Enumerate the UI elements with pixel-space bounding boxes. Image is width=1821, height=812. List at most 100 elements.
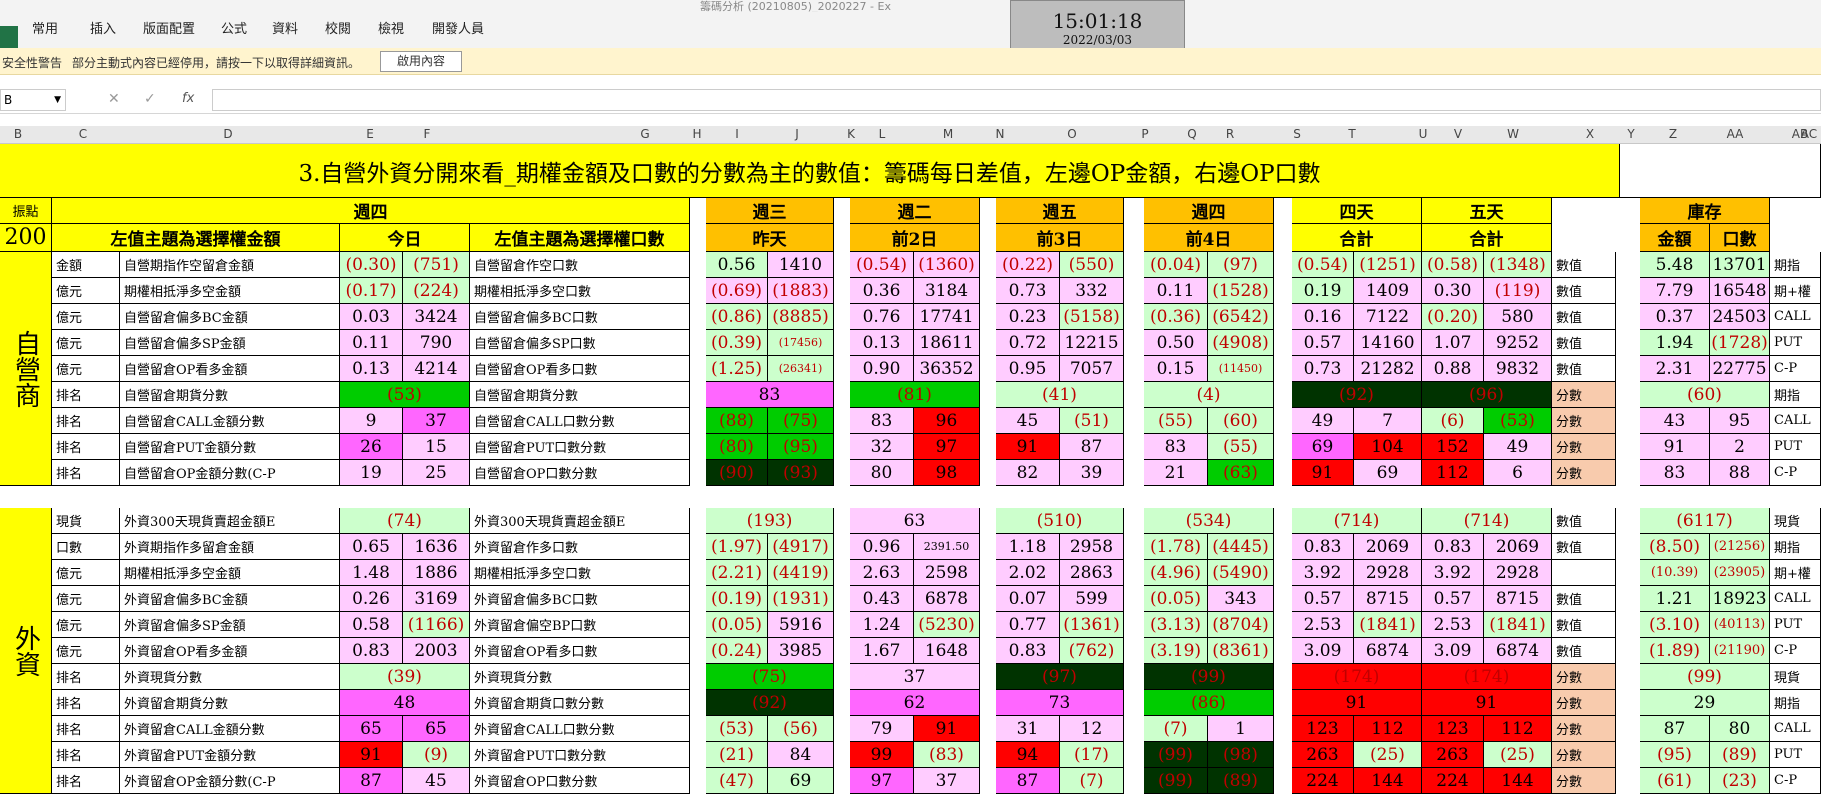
day-value[interactable]: (714): [1292, 508, 1422, 534]
column-header-n[interactable]: N: [996, 127, 1005, 141]
today-contracts[interactable]: 4214: [403, 356, 470, 382]
day-contracts[interactable]: 39: [1060, 460, 1124, 486]
row-right-label[interactable]: 自營留倉OP口數分數: [470, 460, 690, 486]
header-thu2[interactable]: 週四: [1144, 198, 1274, 224]
group-label-dealer[interactable]: 自營商: [0, 252, 52, 486]
day-contracts[interactable]: 84: [768, 742, 834, 768]
tab-review[interactable]: 校閱: [325, 18, 351, 37]
row-right-label[interactable]: 外資300天現貨賣超金額E: [470, 508, 690, 534]
column-header-m[interactable]: M: [943, 127, 953, 141]
row-type[interactable]: 分數: [1552, 434, 1616, 460]
row-unit[interactable]: 金額: [52, 252, 120, 278]
today-amount[interactable]: 0.11: [340, 330, 403, 356]
day-amount[interactable]: 94: [996, 742, 1060, 768]
row-unit[interactable]: 億元: [52, 278, 120, 304]
row-type[interactable]: 分數: [1552, 408, 1616, 434]
day-value[interactable]: 91: [1422, 690, 1552, 716]
today-contracts[interactable]: 25: [403, 460, 470, 486]
day-amount[interactable]: 2.53: [1422, 612, 1484, 638]
day-contracts[interactable]: (8361): [1208, 638, 1274, 664]
day-amount[interactable]: (3.19): [1144, 638, 1208, 664]
day-contracts[interactable]: 2928: [1354, 560, 1422, 586]
tab-insert[interactable]: 插入: [90, 18, 116, 37]
inventory-value[interactable]: (6117): [1640, 508, 1770, 534]
day-value[interactable]: (193): [706, 508, 834, 534]
day-amount[interactable]: 91: [1292, 460, 1354, 486]
day-value[interactable]: 73: [996, 690, 1124, 716]
header-total5[interactable]: 合計: [1422, 224, 1552, 252]
day-contracts[interactable]: (1360): [914, 252, 980, 278]
day-contracts[interactable]: (53): [1484, 408, 1552, 434]
day-amount[interactable]: 31: [996, 716, 1060, 742]
day-value[interactable]: (41): [996, 382, 1124, 408]
header-five-days[interactable]: 五天: [1422, 198, 1552, 224]
today-contracts[interactable]: 45: [403, 768, 470, 794]
day-amount[interactable]: 87: [996, 768, 1060, 794]
day-amount[interactable]: 0.36: [850, 278, 914, 304]
row-unit[interactable]: 排名: [52, 664, 120, 690]
row-type[interactable]: 數值: [1552, 612, 1616, 638]
row-unit[interactable]: 億元: [52, 330, 120, 356]
day-amount[interactable]: 0.73: [1292, 356, 1354, 382]
day-amount[interactable]: (0.19): [706, 586, 768, 612]
inventory-amount[interactable]: (61): [1640, 768, 1710, 794]
row-unit[interactable]: 排名: [52, 460, 120, 486]
row-left-label[interactable]: 外資留倉PUT金額分數: [120, 742, 340, 768]
day-amount[interactable]: 0.83: [1422, 534, 1484, 560]
column-header-k[interactable]: K: [847, 127, 855, 141]
today-value[interactable]: (39): [340, 664, 470, 690]
today-contracts[interactable]: 1886: [403, 560, 470, 586]
day-amount[interactable]: 0.13: [850, 330, 914, 356]
day-amount[interactable]: (47): [706, 768, 768, 794]
today-contracts[interactable]: (9): [403, 742, 470, 768]
day-contracts[interactable]: 12: [1060, 716, 1124, 742]
row-left-label[interactable]: 期權相抵淨多空金額: [120, 278, 340, 304]
day-contracts[interactable]: (51): [1060, 408, 1124, 434]
row-right-label[interactable]: 自營留倉OP看多口數: [470, 356, 690, 382]
day-contracts[interactable]: 2069: [1354, 534, 1422, 560]
day-amount[interactable]: 0.50: [1144, 330, 1208, 356]
formula-input[interactable]: [212, 89, 1821, 111]
row-left-label[interactable]: 外資留倉CALL金額分數: [120, 716, 340, 742]
day-amount[interactable]: (3.13): [1144, 612, 1208, 638]
day-contracts[interactable]: 2598: [914, 560, 980, 586]
row-type[interactable]: 數值: [1552, 638, 1616, 664]
day-amount[interactable]: (88): [706, 408, 768, 434]
header-inventory[interactable]: 庫存: [1640, 198, 1770, 224]
column-header-l[interactable]: L: [879, 127, 886, 141]
inventory-contracts[interactable]: (40113): [1710, 612, 1770, 638]
day-amount[interactable]: 224: [1292, 768, 1354, 794]
day-amount[interactable]: 0.88: [1422, 356, 1484, 382]
row-tag[interactable]: CALL: [1770, 304, 1821, 330]
day-amount[interactable]: (80): [706, 434, 768, 460]
row-left-label[interactable]: 外資現貨分數: [120, 664, 340, 690]
day-contracts[interactable]: 8715: [1484, 586, 1552, 612]
corner-value[interactable]: 200: [0, 224, 52, 252]
day-amount[interactable]: (0.22): [996, 252, 1060, 278]
day-amount[interactable]: 123: [1422, 716, 1484, 742]
row-right-label[interactable]: 外資留倉作多口數: [470, 534, 690, 560]
day-contracts[interactable]: 9252: [1484, 330, 1552, 356]
today-amount[interactable]: 0.03: [340, 304, 403, 330]
inventory-contracts[interactable]: (23905): [1710, 560, 1770, 586]
day-contracts[interactable]: (5230): [914, 612, 980, 638]
day-contracts[interactable]: (55): [1208, 434, 1274, 460]
today-amount[interactable]: 0.13: [340, 356, 403, 382]
day-value[interactable]: 83: [706, 382, 834, 408]
inventory-value[interactable]: (99): [1640, 664, 1770, 690]
row-unit[interactable]: 億元: [52, 560, 120, 586]
row-right-label[interactable]: 自營留倉偏多BC口數: [470, 304, 690, 330]
today-contracts[interactable]: 3169: [403, 586, 470, 612]
day-value[interactable]: (81): [850, 382, 980, 408]
day-amount[interactable]: 91: [996, 434, 1060, 460]
day-amount[interactable]: 0.83: [1292, 534, 1354, 560]
row-right-label[interactable]: 外資留倉PUT口數分數: [470, 742, 690, 768]
inventory-contracts[interactable]: (23): [1710, 768, 1770, 794]
day-contracts[interactable]: 6874: [1484, 638, 1552, 664]
header-thu[interactable]: 週四: [52, 198, 690, 224]
day-contracts[interactable]: 332: [1060, 278, 1124, 304]
day-contracts[interactable]: 599: [1060, 586, 1124, 612]
row-right-label[interactable]: 自營留倉偏多SP口數: [470, 330, 690, 356]
day-amount[interactable]: 0.11: [1144, 278, 1208, 304]
day-contracts[interactable]: (17): [1060, 742, 1124, 768]
